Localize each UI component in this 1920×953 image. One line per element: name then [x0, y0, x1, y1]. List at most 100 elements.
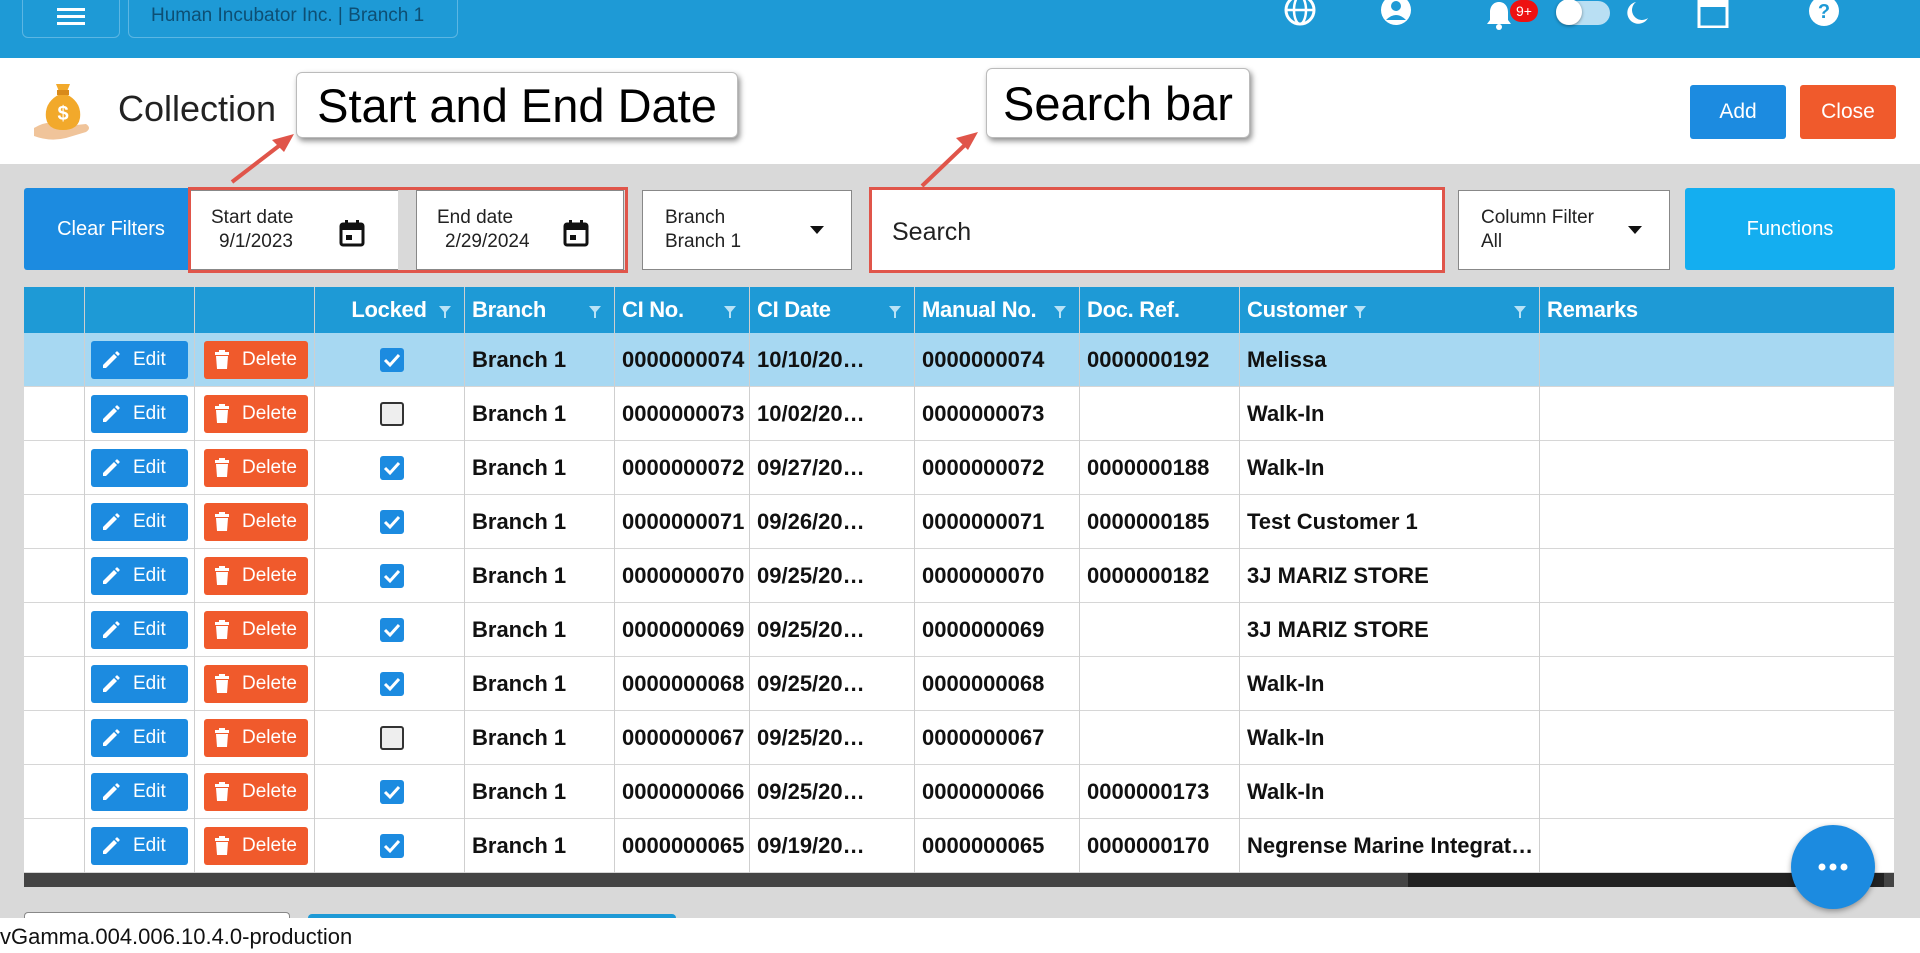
cell-customer: Walk-In: [1247, 725, 1325, 750]
more-actions-button[interactable]: [1791, 825, 1875, 909]
pencil-icon: [103, 675, 120, 692]
cell-ci-no: 0000000070: [622, 563, 745, 588]
cell-ci-date: 09/27/20…: [757, 455, 865, 480]
cell-manual-no: 0000000071: [922, 509, 1045, 534]
cell-ci-date: 09/25/20…: [757, 725, 865, 750]
trash-icon: [215, 566, 229, 585]
delete-label: Delete: [242, 781, 297, 802]
horizontal-scrollbar[interactable]: [24, 873, 1894, 887]
edit-button[interactable]: Edit: [91, 665, 188, 703]
column-filter-dropdown[interactable]: Column Filter All: [1458, 190, 1670, 270]
more-dots-icon: [1818, 863, 1848, 871]
edit-label: Edit: [133, 403, 166, 424]
locked-checkbox[interactable]: [380, 510, 404, 534]
delete-label: Delete: [242, 457, 297, 478]
cell-branch: Branch 1: [472, 455, 567, 480]
locked-checkbox[interactable]: [380, 456, 404, 480]
filter-icon[interactable]: [438, 305, 452, 319]
delete-button[interactable]: Delete: [204, 503, 308, 541]
locked-checkbox[interactable]: [380, 618, 404, 642]
locked-checkbox[interactable]: [380, 402, 404, 426]
cell-manual-no: 0000000065: [922, 833, 1045, 858]
cell-remarks: [1539, 441, 1894, 495]
cell-ci-date: 09/25/20…: [757, 671, 865, 696]
filter-icon[interactable]: [588, 305, 602, 319]
pencil-icon: [103, 513, 120, 530]
delete-button[interactable]: Delete: [204, 449, 308, 487]
column-header-label: Branch: [472, 297, 546, 322]
column-header-label: Remarks: [1547, 297, 1638, 322]
delete-button[interactable]: Delete: [204, 557, 308, 595]
cell-customer: Walk-In: [1247, 671, 1325, 696]
locked-checkbox[interactable]: [380, 834, 404, 858]
search-highlight: [869, 187, 1445, 273]
cell-ci-no: 0000000071: [622, 509, 745, 534]
delete-label: Delete: [242, 511, 297, 532]
delete-label: Delete: [242, 673, 297, 694]
locked-checkbox[interactable]: [380, 348, 404, 372]
column-header-remarks[interactable]: Remarks: [1539, 287, 1894, 333]
column-header-label: CI No.: [622, 297, 684, 322]
locked-checkbox[interactable]: [380, 672, 404, 696]
cell-remarks: [1539, 495, 1894, 549]
edit-button[interactable]: Edit: [91, 773, 188, 811]
delete-button[interactable]: Delete: [204, 719, 308, 757]
trash-icon: [215, 782, 229, 801]
edit-label: Edit: [133, 619, 166, 640]
checkmark-icon: [383, 569, 401, 584]
cell-remarks: [1539, 549, 1894, 603]
filter-icon[interactable]: [1053, 305, 1067, 319]
edit-button[interactable]: Edit: [91, 449, 188, 487]
edit-label: Edit: [133, 673, 166, 694]
cell-remarks: [1539, 711, 1894, 765]
filter-icon[interactable]: [723, 305, 737, 319]
column-divider: [314, 287, 315, 873]
cell-ci-no: 0000000072: [622, 455, 745, 480]
locked-checkbox[interactable]: [380, 726, 404, 750]
chevron-down-icon: [810, 226, 824, 234]
cell-ci-no: 0000000065: [622, 833, 745, 858]
delete-label: Delete: [242, 835, 297, 856]
clear-filters-button[interactable]: Clear Filters: [24, 188, 198, 270]
locked-checkbox[interactable]: [380, 780, 404, 804]
delete-button[interactable]: Delete: [204, 773, 308, 811]
delete-label: Delete: [242, 565, 297, 586]
cell-branch: Branch 1: [472, 671, 567, 696]
edit-label: Edit: [133, 565, 166, 586]
delete-button[interactable]: Delete: [204, 341, 308, 379]
edit-button[interactable]: Edit: [91, 395, 188, 433]
pencil-icon: [103, 405, 120, 422]
cell-ci-date: 09/26/20…: [757, 509, 865, 534]
cell-branch: Branch 1: [472, 779, 567, 804]
version-text: vGamma.004.006.10.4.0-production: [0, 924, 353, 949]
edit-button[interactable]: Edit: [91, 557, 188, 595]
edit-button[interactable]: Edit: [91, 503, 188, 541]
filter-icon[interactable]: [888, 305, 902, 319]
column-header-customer[interactable]: Customer: [1239, 287, 1539, 333]
branch-dropdown[interactable]: Branch Branch 1: [642, 190, 852, 270]
edit-button[interactable]: Edit: [91, 611, 188, 649]
functions-button[interactable]: Functions: [1685, 188, 1895, 270]
delete-button[interactable]: Delete: [204, 827, 308, 865]
edit-label: Edit: [133, 511, 166, 532]
cell-manual-no: 0000000066: [922, 779, 1045, 804]
cell-customer: Walk-In: [1247, 779, 1325, 804]
cell-remarks: [1539, 765, 1894, 819]
collection-table: Locked Branch CI No. CI Date Manual No. Doc. …: [24, 287, 1894, 887]
cell-customer: 3J MARIZ STORE: [1247, 617, 1429, 642]
edit-button[interactable]: Edit: [91, 341, 188, 379]
filter-icon[interactable]: [1513, 305, 1527, 319]
cell-manual-no: 0000000069: [922, 617, 1045, 642]
trash-icon: [215, 404, 229, 423]
edit-button[interactable]: Edit: [91, 827, 188, 865]
column-header-label: Customer: [1247, 297, 1348, 322]
delete-button[interactable]: Delete: [204, 395, 308, 433]
delete-button[interactable]: Delete: [204, 611, 308, 649]
delete-button[interactable]: Delete: [204, 665, 308, 703]
edit-label: Edit: [133, 457, 166, 478]
trash-icon: [215, 836, 229, 855]
cell-branch: Branch 1: [472, 347, 567, 372]
locked-checkbox[interactable]: [380, 564, 404, 588]
edit-button[interactable]: Edit: [91, 719, 188, 757]
edit-label: Edit: [133, 781, 166, 802]
